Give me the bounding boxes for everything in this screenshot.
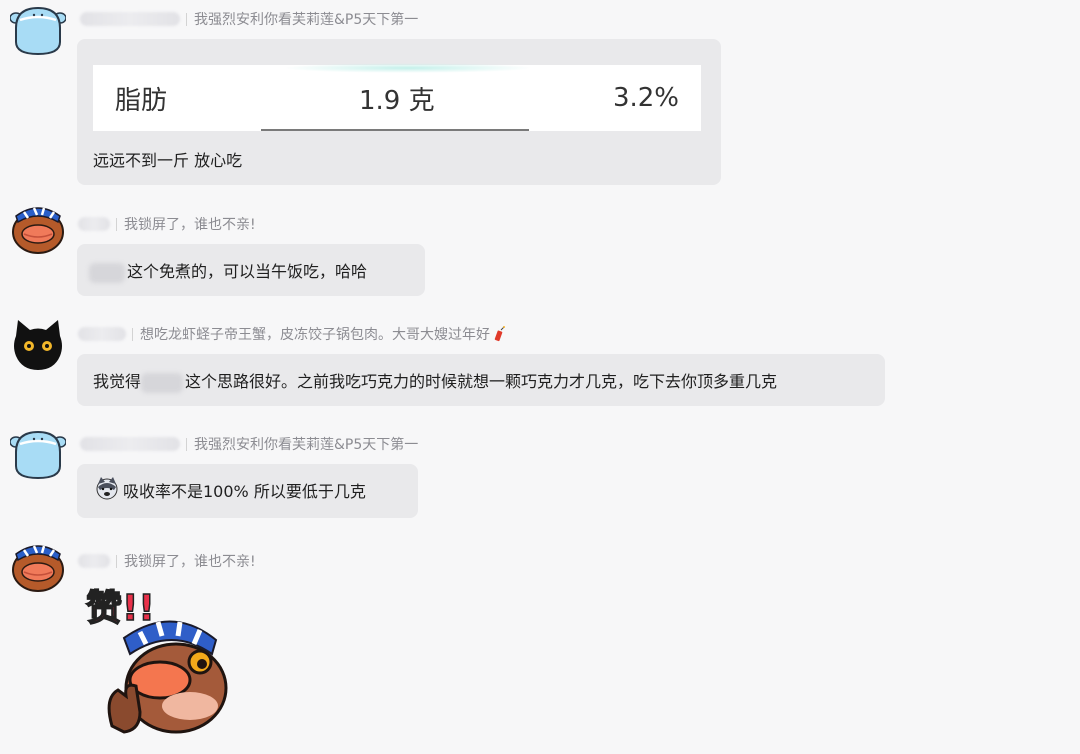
mention-blurred	[89, 262, 125, 283]
message-header: 我锁屏了，谁也不亲!	[78, 214, 256, 234]
nickname-blurred	[78, 327, 126, 341]
duck-headband-avatar[interactable]	[10, 198, 66, 254]
message-text-part2: 这个思路很好。之前我吃巧克力的时候就想一颗巧克力才几克，吃下去你顶多重几克	[185, 372, 778, 391]
divider	[116, 217, 117, 231]
message-text: 远远不到一斤 放心吃	[93, 151, 243, 170]
member-title: 我锁屏了，谁也不亲!	[124, 217, 256, 233]
husky-emoji-icon	[95, 476, 119, 500]
nutrient-amount: 1.9 克	[359, 85, 435, 116]
divider	[132, 327, 133, 341]
message-header: 我强烈安利你看芙莉莲&P5天下第一	[80, 9, 418, 29]
duck-headband-avatar[interactable]	[10, 536, 66, 592]
firecracker-icon	[493, 326, 505, 342]
member-title: 我锁屏了，谁也不亲!	[124, 554, 256, 570]
duck-thumbs-up-sticker[interactable]: 赞!!	[80, 580, 240, 740]
blue-blob-avatar[interactable]	[10, 2, 66, 58]
nickname-blurred	[78, 217, 110, 231]
message-header: 想吃龙虾蛏子帝王蟹，皮冻饺子锅包肉。大哥大嫂过年好	[78, 324, 505, 344]
divider	[116, 554, 117, 568]
message-bubble[interactable]: 脂肪 1.9 克 3.2% 远远不到一斤 放心吃	[77, 39, 721, 185]
nutrient-percent: 3.2%	[612, 83, 679, 113]
message-text: 吸收率不是100% 所以要低于几克	[123, 482, 366, 501]
message-header: 我强烈安利你看芙莉莲&P5天下第一	[80, 434, 418, 454]
message-text-part1: 我觉得	[93, 372, 142, 391]
nickname-blurred	[78, 554, 110, 568]
divider	[186, 12, 187, 26]
mention-blurred	[141, 372, 184, 393]
decorative-glow	[283, 63, 533, 73]
black-cat-avatar[interactable]	[10, 316, 66, 372]
message-bubble[interactable]: 吸收率不是100% 所以要低于几克	[77, 464, 418, 518]
nutrition-screenshot: 脂肪 1.9 克 3.2%	[93, 63, 701, 131]
underline	[261, 129, 529, 131]
nickname-blurred	[80, 437, 180, 451]
blue-blob-avatar[interactable]	[10, 426, 66, 482]
message-bubble[interactable]: 我觉得 这个思路很好。之前我吃巧克力的时候就想一颗巧克力才几克，吃下去你顶多重几克	[77, 354, 885, 406]
message-bubble[interactable]: 这个免煮的，可以当午饭吃，哈哈	[77, 244, 425, 296]
message-text: 这个免煮的，可以当午饭吃，哈哈	[127, 262, 368, 281]
member-title: 我强烈安利你看芙莉莲&P5天下第一	[194, 12, 419, 28]
member-title: 我强烈安利你看芙莉莲&P5天下第一	[194, 437, 419, 453]
divider	[186, 437, 187, 451]
sticker-text: 赞!!	[86, 588, 155, 629]
nickname-blurred	[80, 12, 180, 26]
nutrient-name: 脂肪	[115, 85, 168, 116]
member-title: 想吃龙虾蛏子帝王蟹，皮冻饺子锅包肉。大哥大嫂过年好	[140, 327, 490, 343]
message-header: 我锁屏了，谁也不亲!	[78, 551, 256, 571]
